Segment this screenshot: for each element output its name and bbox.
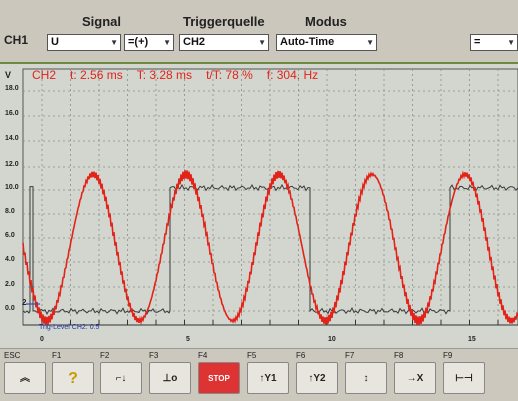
trigger-level-label: Trig-Level CH2: 0.5 [39,324,100,331]
mode-select[interactable]: Auto-Time ▼ [276,34,377,51]
readout-channel: CH2 [32,68,57,82]
chevron-down-icon: ▼ [163,38,171,47]
measurement-readout: CH2 t: 2.56 ms T: 3.28 ms t/T: 78 % f: 304. … [32,68,332,82]
fkey-f6[interactable]: F6 ↑Y2 [294,351,341,398]
y-axis-unit: V [5,70,12,80]
chevron-down-icon: ▼ [110,38,118,47]
trigger-source-header: Triggerquelle [183,14,265,29]
x-tick-label: 15 [468,336,476,343]
x-tick-label: 0 [40,336,44,343]
y-tick-label: 18.0 [5,85,19,92]
readout-duty: t/T: 78 % [206,68,253,82]
y-tick-label: 6.0 [5,232,15,239]
trigger-level-icon: ↕ [345,362,387,394]
cursor-y2-icon: ↑Y2 [296,362,338,394]
ch1-trace [22,183,518,315]
y-tick-label: 4.0 [5,256,15,263]
waveform-canvas [22,68,518,326]
fkey-f8[interactable]: F8 →X [392,351,439,398]
y-tick-label: 16.0 [5,110,19,117]
fkey-label: F9 [443,351,453,360]
signal-select-value: U [51,36,59,48]
stop-icon: STOP [198,362,240,394]
fkey-f9[interactable]: F9 ⊢⊣ [441,351,488,398]
chevron-down-icon: ▼ [258,38,266,47]
mode-value: Auto-Time [280,36,335,48]
fkey-label: F5 [247,351,257,360]
chevron-down-icon: ▼ [366,38,374,47]
fkey-label: F1 [52,351,62,360]
y-tick-label: 14.0 [5,135,19,142]
help-icon: ? [52,362,94,394]
chevron-down-icon: ▼ [507,38,515,47]
signal-operator-select[interactable]: =(+) ▼ [124,34,174,51]
fkey-f5[interactable]: F5 ↑Y1 [245,351,292,398]
time-cursor-icon: →X [394,362,436,394]
fkey-f3[interactable]: F3 ⊥o [147,351,194,398]
trigger-source-value: CH2 [183,36,206,48]
x-tick-label: 5 [186,336,190,343]
y-tick-label: 10.0 [5,184,19,191]
fkey-label: F2 [100,351,110,360]
fkey-f2[interactable]: F2 ⌐↓ [98,351,145,398]
signal-header: Signal [82,14,122,29]
right-operator-select[interactable]: = ▼ [470,34,518,51]
oscilloscope-plot[interactable] [0,62,518,348]
readout-t: t: 2.56 ms [70,68,123,82]
readout-period: T: 3.28 ms [136,68,193,82]
readout-frequency: f: 304. Hz [266,68,319,82]
fkey-f4[interactable]: F4 STOP [196,351,243,398]
y-tick-label: 2.0 [5,281,15,288]
ch2-trace [22,170,518,326]
y-tick-label: 12.0 [5,161,19,168]
signal-operator-value: =(+) [128,36,149,48]
y-tick-label: 8.0 [5,208,15,215]
measure-icon: ⊢⊣ [443,362,485,394]
fkey-label: F3 [149,351,159,360]
cursor-y1-icon: ↑Y1 [247,362,289,394]
fkey-label: F4 [198,351,208,360]
signal-select[interactable]: U ▼ [47,34,121,51]
trigger-marker-label: 2 [22,298,27,307]
channel-label: CH1 [4,33,29,47]
fkey-esc[interactable]: ESC ︽ [2,351,49,398]
fkey-label: F6 [296,351,306,360]
fkey-label: F8 [394,351,404,360]
fkey-label: ESC [4,351,21,360]
fkey-label: F7 [345,351,355,360]
trigger-source-select[interactable]: CH2 ▼ [179,34,269,51]
right-operator-value: = [474,36,481,48]
fkey-f1[interactable]: F1? [50,351,97,398]
trigger-position-icon: ⊥o [149,362,191,394]
mode-header: Modus [305,14,347,29]
y-tick-label: 0.0 [5,305,15,312]
channel-settings-bar [0,0,518,62]
x-tick-label: 10 [328,336,336,343]
trigger-edge-icon: ⌐↓ [100,362,142,394]
fkey-f7[interactable]: F7 ↕ [343,351,390,398]
chevrons-up-icon: ︽ [4,362,46,394]
